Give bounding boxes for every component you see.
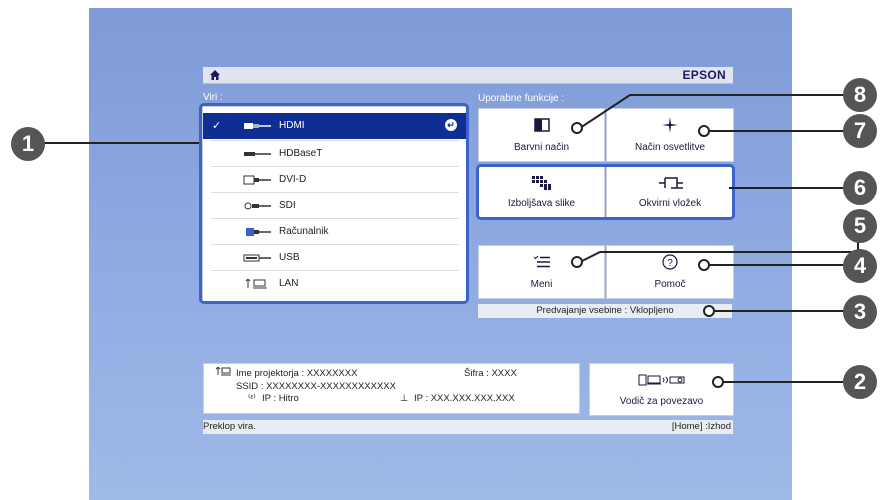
callout-3-dot <box>703 305 715 317</box>
callout-2-dot <box>712 376 724 388</box>
callout-8: 8 <box>843 78 877 112</box>
callout-7-dot <box>698 125 710 137</box>
callout-leaders <box>28 94 859 383</box>
callout-3: 3 <box>843 295 877 329</box>
callout-4-dot <box>698 259 710 271</box>
callout-6: 6 <box>843 171 877 205</box>
callout-5-dot <box>571 256 583 268</box>
callout-8-dot <box>571 122 583 134</box>
callout-5: 5 <box>843 209 877 243</box>
callout-1: 1 <box>11 127 45 161</box>
callout-2: 2 <box>843 365 877 399</box>
callout-4: 4 <box>843 249 877 283</box>
callout-7: 7 <box>843 114 877 148</box>
